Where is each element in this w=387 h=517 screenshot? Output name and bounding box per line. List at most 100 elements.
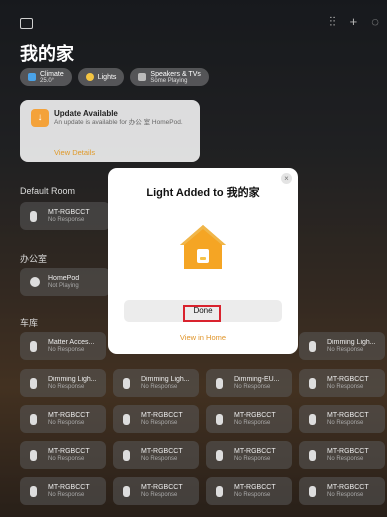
accessory-tile[interactable]: MT-RGBCCT No Response xyxy=(299,441,385,469)
accessory-name: MT-RGBCCT xyxy=(327,376,369,383)
speakers-pill[interactable]: Speakers & TVs Some Playing xyxy=(130,68,209,86)
bulb-icon xyxy=(216,414,223,425)
accessory-name: MT-RGBCCT xyxy=(327,484,369,491)
dialog-title: Light Added to 我的家 xyxy=(146,187,260,199)
accessory-tile[interactable]: MT-RGBCCT No Response xyxy=(206,405,292,433)
tile-default-room[interactable]: MT-RGBCCT No Response xyxy=(20,202,110,230)
bulb-icon xyxy=(216,378,223,389)
bulb-icon xyxy=(123,414,130,425)
bulb-icon xyxy=(216,486,223,497)
download-icon: ↓ xyxy=(31,109,49,127)
speaker-icon xyxy=(138,73,147,81)
accessory-name: MT-RGBCCT xyxy=(141,484,183,491)
update-card[interactable]: ↓ Update Available An update is availabl… xyxy=(20,100,200,162)
accessory-status: No Response xyxy=(234,492,271,498)
accessory-status: No Response xyxy=(327,492,364,498)
bulb-icon xyxy=(309,486,316,497)
update-desc: An update is available for 办公 室 HomePod. xyxy=(54,119,183,126)
bulb-icon xyxy=(30,486,37,497)
tile-homepod[interactable]: HomePod Not Playing xyxy=(20,268,110,296)
accessory-tile[interactable]: MT-RGBCCT No Response xyxy=(206,441,292,469)
accessory-name: MT-RGBCCT xyxy=(234,448,276,455)
accessory-tile[interactable]: MT-RGBCCT No Response xyxy=(113,405,199,433)
accessory-tile[interactable]: Matter Acces... No Response xyxy=(20,332,106,360)
accessory-status: No Response xyxy=(141,384,178,390)
home-icon xyxy=(180,225,226,269)
accessory-status: No Response xyxy=(327,456,364,462)
accessory-tile[interactable]: Dimming Ligh... No Response xyxy=(299,332,385,360)
accessory-status: No Response xyxy=(234,384,271,390)
bulb-icon xyxy=(309,341,316,352)
bulb-icon xyxy=(309,414,316,425)
accessory-name: MT-RGBCCT xyxy=(48,448,90,455)
accessory-status: No Response xyxy=(48,420,85,426)
close-icon[interactable]: × xyxy=(281,173,292,184)
accessory-tile[interactable]: Dimming Ligh... No Response xyxy=(113,369,199,397)
accessory-status: No Response xyxy=(48,384,85,390)
bulb-icon xyxy=(216,450,223,461)
accessory-status: No Response xyxy=(327,384,364,390)
accessory-name: MT-RGBCCT xyxy=(48,484,90,491)
bulb-icon xyxy=(30,450,37,461)
plus-icon[interactable]: + xyxy=(350,14,358,30)
accessory-tile[interactable]: MT-RGBCCT No Response xyxy=(299,369,385,397)
waveform-icon[interactable]: ⫶⫶ xyxy=(329,14,336,30)
view-in-home-link[interactable]: View in Home xyxy=(108,333,298,342)
accessory-status: No Response xyxy=(48,456,85,462)
accessory-status: No Response xyxy=(234,456,271,462)
accessory-status: No Response xyxy=(234,420,271,426)
category-pills: Climate 25.0° Lights Speakers & TVs Some P… xyxy=(20,68,209,86)
update-title: Update Available xyxy=(54,109,118,118)
done-highlight-frame xyxy=(183,305,221,322)
accessory-name: MT-RGBCCT xyxy=(48,412,90,419)
sidebar-icon[interactable] xyxy=(20,18,33,29)
accessory-tile[interactable]: MT-RGBCCT No Response xyxy=(206,477,292,505)
accessory-name: Matter Acces... xyxy=(48,339,95,346)
top-bar: ⫶⫶ + ◌ xyxy=(0,0,387,40)
accessory-status: No Response xyxy=(48,347,85,353)
climate-pill[interactable]: Climate 25.0° xyxy=(20,68,72,86)
accessory-tile[interactable]: MT-RGBCCT No Response xyxy=(20,441,106,469)
section-default-room[interactable]: Default Room xyxy=(20,186,75,196)
accessory-status: No Response xyxy=(141,492,178,498)
accessory-tile[interactable]: MT-RGBCCT No Response xyxy=(113,441,199,469)
bulb-icon xyxy=(30,211,37,222)
accessory-tile[interactable]: Dimming Ligh... No Response xyxy=(20,369,106,397)
accessory-name: Dimming Ligh... xyxy=(48,376,97,383)
bulb-icon xyxy=(123,450,130,461)
lights-pill[interactable]: Lights xyxy=(77,68,125,86)
page-title: 我的家 xyxy=(20,44,74,64)
bulb-icon xyxy=(309,450,316,461)
bulb-icon xyxy=(123,486,130,497)
light-added-dialog: × Light Added to 我的家 Done View in Home xyxy=(108,168,298,354)
accessory-tile[interactable]: MT-RGBCCT No Response xyxy=(20,477,106,505)
accessory-name: Dimming-EU... xyxy=(234,376,280,383)
accessory-status: No Response xyxy=(141,420,178,426)
accessory-name: MT-RGBCCT xyxy=(327,448,369,455)
light-icon xyxy=(85,73,94,81)
bulb-icon xyxy=(309,378,316,389)
accessory-status: No Response xyxy=(327,420,364,426)
accessory-name: Dimming Ligh... xyxy=(327,339,376,346)
climate-icon xyxy=(28,73,36,81)
accessory-name: MT-RGBCCT xyxy=(234,484,276,491)
bulb-icon xyxy=(30,378,37,389)
section-office[interactable]: 办公室 xyxy=(20,252,47,265)
accessory-status: No Response xyxy=(327,347,364,353)
accessory-name: MT-RGBCCT xyxy=(234,412,276,419)
accessory-name: MT-RGBCCT xyxy=(141,448,183,455)
homepod-icon xyxy=(30,277,40,287)
accessory-name: Dimming Ligh... xyxy=(141,376,190,383)
bulb-icon xyxy=(30,414,37,425)
more-icon[interactable]: ◌ xyxy=(371,14,379,30)
section-garage[interactable]: 车库 xyxy=(20,316,38,329)
accessory-name: MT-RGBCCT xyxy=(327,412,369,419)
accessory-name: MT-RGBCCT xyxy=(141,412,183,419)
bulb-icon xyxy=(30,341,37,352)
accessory-tile[interactable]: MT-RGBCCT No Response xyxy=(299,405,385,433)
accessory-tile[interactable]: MT-RGBCCT No Response xyxy=(113,477,199,505)
accessory-tile[interactable]: MT-RGBCCT No Response xyxy=(20,405,106,433)
accessory-tile[interactable]: MT-RGBCCT No Response xyxy=(299,477,385,505)
view-details-link[interactable]: View Details xyxy=(54,148,95,157)
accessory-tile[interactable]: Dimming-EU... No Response xyxy=(206,369,292,397)
